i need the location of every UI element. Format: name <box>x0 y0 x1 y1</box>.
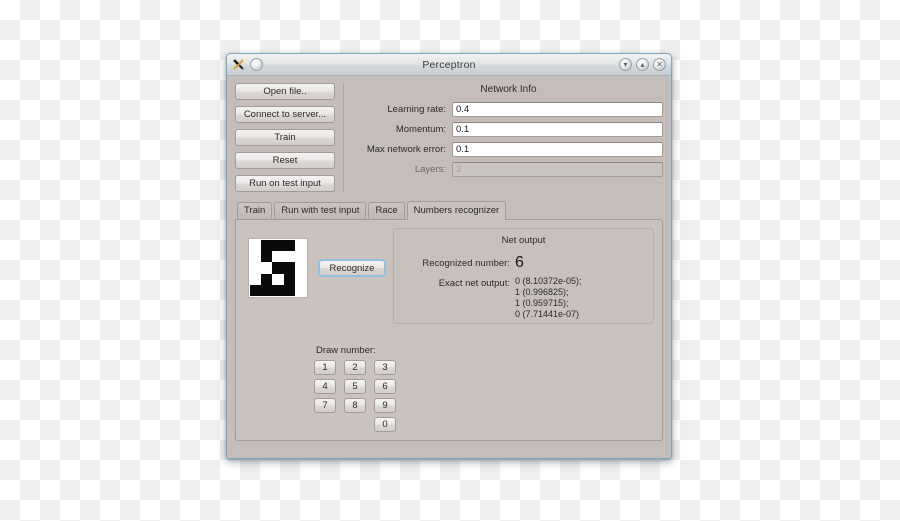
open-file-button[interactable]: Open file.. <box>235 83 335 100</box>
pixel-cell-2-1[interactable] <box>261 262 273 274</box>
pixel-cell-4-0[interactable] <box>250 284 262 296</box>
number-keypad: 123 456 789 0 <box>314 360 404 432</box>
window-controls: ▾ ▴ ✕ <box>619 58 666 71</box>
pixel-cell-0-3[interactable] <box>283 240 295 252</box>
numpad-key-9[interactable]: 9 <box>374 398 396 413</box>
top-section: Open file.. Connect to server... Train R… <box>235 83 663 192</box>
title-bar: Perceptron ▾ ▴ ✕ <box>227 54 671 76</box>
window-title: Perceptron <box>422 58 476 71</box>
pixel-cell-1-4[interactable] <box>294 251 306 263</box>
pixel-cell-0-2[interactable] <box>272 240 284 252</box>
pixel-cell-4-3[interactable] <box>283 284 295 296</box>
recognized-number-row: Recognized number: 6 <box>402 254 645 271</box>
pixel-cell-2-3[interactable] <box>283 262 295 274</box>
pixel-cell-3-2[interactable] <box>272 273 284 285</box>
app-icon <box>232 58 245 71</box>
tab-numbers-recognizer[interactable]: Numbers recognizer <box>406 201 507 220</box>
tab-train[interactable]: Train <box>237 202 273 219</box>
layers-input: 3 <box>452 162 663 177</box>
pixel-cell-2-2[interactable] <box>272 262 284 274</box>
pixel-cell-3-1[interactable] <box>261 273 273 285</box>
draw-number-label: Draw number: <box>316 345 376 356</box>
numpad-key-3[interactable]: 3 <box>374 360 396 375</box>
numpad-key-7[interactable]: 7 <box>314 398 336 413</box>
network-info-panel: Network Info Learning rate: 0.4 Momentum… <box>344 83 663 192</box>
pixel-cell-3-3[interactable] <box>283 273 295 285</box>
recognized-number-value: 6 <box>515 254 524 271</box>
pixel-cell-4-1[interactable] <box>261 284 273 296</box>
application-window: Perceptron ▾ ▴ ✕ Open file.. Connect to … <box>226 53 672 459</box>
learning-rate-row: Learning rate: 0.4 <box>354 102 663 117</box>
tabs-section: Train Run with test input Race Numbers r… <box>235 201 663 441</box>
pixel-cell-4-4[interactable] <box>294 284 306 296</box>
momentum-row: Momentum: 0.1 <box>354 122 663 137</box>
net-output-frame: Net output Recognized number: 6 Exact ne… <box>393 228 654 324</box>
pixel-cell-0-4[interactable] <box>294 240 306 252</box>
numbers-recognizer-panel: Recognize Net output Recognized number: … <box>235 219 663 441</box>
numpad-key-6[interactable]: 6 <box>374 379 396 394</box>
drawing-area: Recognize <box>248 238 386 298</box>
pixel-cell-1-3[interactable] <box>283 251 295 263</box>
window-menu-button[interactable] <box>250 58 263 71</box>
layers-label: Layers: <box>414 164 446 175</box>
max-network-error-input[interactable]: 0.1 <box>452 142 663 157</box>
draw-number-section: Draw number: 123 456 789 0 <box>314 345 404 432</box>
pixel-cell-2-4[interactable] <box>294 262 306 274</box>
title-bar-left-controls <box>232 58 263 71</box>
window-body: Open file.. Connect to server... Train R… <box>227 76 671 458</box>
maximize-button[interactable]: ▴ <box>636 58 649 71</box>
pixel-cell-1-0[interactable] <box>250 251 262 263</box>
momentum-input[interactable]: 0.1 <box>452 122 663 137</box>
reset-button[interactable]: Reset <box>235 152 335 169</box>
exact-net-output-label: Exact net output: <box>438 278 510 289</box>
max-network-error-row: Max network error: 0.1 <box>354 142 663 157</box>
exact-net-output-value: 0 (8.10372e-05); 1 (0.996825); 1 (0.9597… <box>515 276 582 319</box>
run-on-test-input-button[interactable]: Run on test input <box>235 175 335 192</box>
pixel-cell-1-1[interactable] <box>261 251 273 263</box>
connect-to-server-button[interactable]: Connect to server... <box>235 106 335 123</box>
pixel-cell-0-0[interactable] <box>250 240 262 252</box>
tab-strip: Train Run with test input Race Numbers r… <box>235 201 663 220</box>
exact-net-output-row: Exact net output: 0 (8.10372e-05); 1 (0.… <box>402 276 645 320</box>
tab-run-with-test-input[interactable]: Run with test input <box>274 202 367 219</box>
network-info-title: Network Info <box>480 84 537 95</box>
pixel-cell-3-0[interactable] <box>250 273 262 285</box>
recognized-number-label: Recognized number: <box>422 258 510 269</box>
pixel-cell-0-1[interactable] <box>261 240 273 252</box>
pixel-cell-4-2[interactable] <box>272 284 284 296</box>
numpad-key-4[interactable]: 4 <box>314 379 336 394</box>
recognize-button[interactable]: Recognize <box>318 259 386 277</box>
pixel-grid-canvas[interactable] <box>248 238 308 298</box>
pixel-cell-1-2[interactable] <box>272 251 284 263</box>
numpad-key-8[interactable]: 8 <box>344 398 366 413</box>
minimize-button[interactable]: ▾ <box>619 58 632 71</box>
numpad-key-0[interactable]: 0 <box>374 417 396 432</box>
train-button[interactable]: Train <box>235 129 335 146</box>
action-button-column: Open file.. Connect to server... Train R… <box>235 83 344 192</box>
tab-race[interactable]: Race <box>368 202 405 219</box>
numpad-key-5[interactable]: 5 <box>344 379 366 394</box>
learning-rate-input[interactable]: 0.4 <box>452 102 663 117</box>
max-network-error-label: Max network error: <box>366 144 446 155</box>
numpad-key-1[interactable]: 1 <box>314 360 336 375</box>
momentum-label: Momentum: <box>395 124 446 135</box>
pixel-cell-2-0[interactable] <box>250 262 262 274</box>
layers-row: Layers: 3 <box>354 162 663 177</box>
pixel-cell-3-4[interactable] <box>294 273 306 285</box>
learning-rate-label: Learning rate: <box>387 104 446 115</box>
close-button[interactable]: ✕ <box>653 58 666 71</box>
numpad-key-2[interactable]: 2 <box>344 360 366 375</box>
net-output-title: Net output <box>501 235 546 246</box>
